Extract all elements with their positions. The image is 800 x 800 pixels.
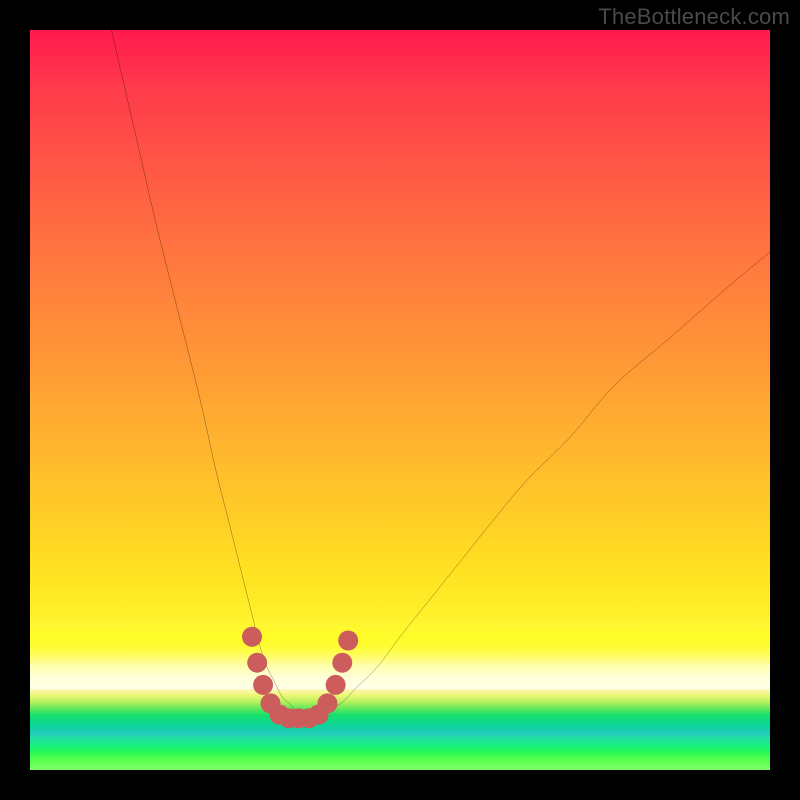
marker-point bbox=[332, 653, 352, 673]
marker-point bbox=[338, 631, 358, 651]
chart-svg bbox=[30, 30, 770, 770]
marker-point bbox=[317, 693, 337, 713]
bottleneck-curve-line bbox=[111, 30, 770, 719]
chart-frame: TheBottleneck.com bbox=[0, 0, 800, 800]
marker-point bbox=[247, 653, 267, 673]
marker-point bbox=[253, 675, 273, 695]
watermark-label: TheBottleneck.com bbox=[598, 4, 790, 30]
marker-point bbox=[242, 627, 262, 647]
marker-group bbox=[242, 627, 358, 728]
plot-area bbox=[30, 30, 770, 770]
marker-point bbox=[326, 675, 346, 695]
